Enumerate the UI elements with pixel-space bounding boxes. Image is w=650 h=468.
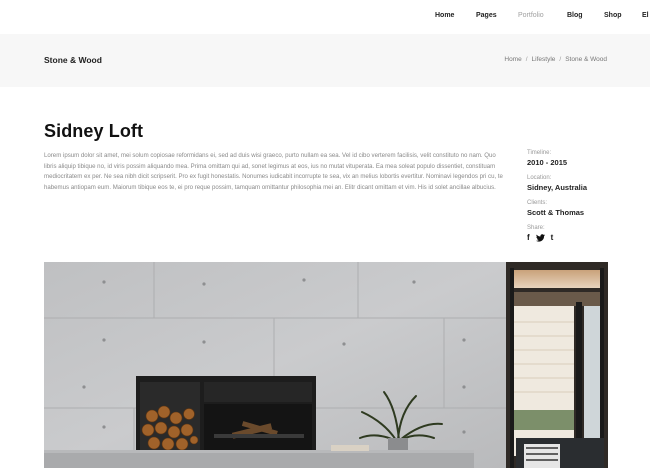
hero-illustration (44, 262, 608, 468)
nav-item-elements[interactable]: El (642, 12, 649, 19)
nav-item-pages[interactable]: Pages (476, 12, 497, 19)
nav-item-shop[interactable]: Shop (604, 12, 622, 19)
project-description: Lorem ipsum dolor sit amet, mei solum co… (44, 152, 503, 192)
nav-item-portfolio[interactable]: Portfolio (518, 12, 544, 19)
project-title: Sidney Loft (44, 121, 144, 141)
timeline-label: Timeline: (527, 150, 552, 156)
top-navigation: Home Pages Portfolio Blog Shop El (0, 0, 650, 34)
clients-label: Clients: (527, 200, 548, 206)
breadcrumb-lifestyle[interactable]: Lifestyle (532, 56, 556, 63)
meta-timeline: Timeline: 2010 - 2015 (527, 149, 617, 168)
location-value: Sidney, Australia (527, 183, 588, 192)
page-title: Stone & Wood (44, 55, 102, 65)
share-icons: f t (527, 233, 617, 243)
project-hero-image (44, 262, 608, 468)
twitter-icon[interactable] (535, 233, 545, 243)
breadcrumb: Home / Lifestyle / Stone & Wood (504, 56, 607, 63)
nav-item-home[interactable]: Home (435, 12, 454, 19)
breadcrumb-separator: / (525, 56, 528, 63)
facebook-icon[interactable]: f (527, 233, 530, 243)
share-label: Share: (527, 225, 545, 231)
breadcrumb-current: Stone & Wood (565, 56, 607, 63)
location-label: Location: (527, 175, 552, 181)
project-meta: Timeline: 2010 - 2015 Location: Sidney, … (527, 149, 617, 249)
tumblr-icon[interactable]: t (551, 233, 554, 243)
meta-clients: Clients: Scott & Thomas (527, 199, 617, 218)
nav-item-blog[interactable]: Blog (567, 12, 583, 19)
meta-share: Share: f t (527, 224, 617, 243)
page-title-bar: Stone & Wood Home / Lifestyle / Stone & Wood (0, 34, 650, 87)
breadcrumb-separator: / (559, 56, 562, 63)
clients-value: Scott & Thomas (527, 208, 585, 217)
meta-location: Location: Sidney, Australia (527, 174, 617, 193)
breadcrumb-home[interactable]: Home (504, 56, 521, 63)
timeline-value: 2010 - 2015 (527, 158, 568, 167)
